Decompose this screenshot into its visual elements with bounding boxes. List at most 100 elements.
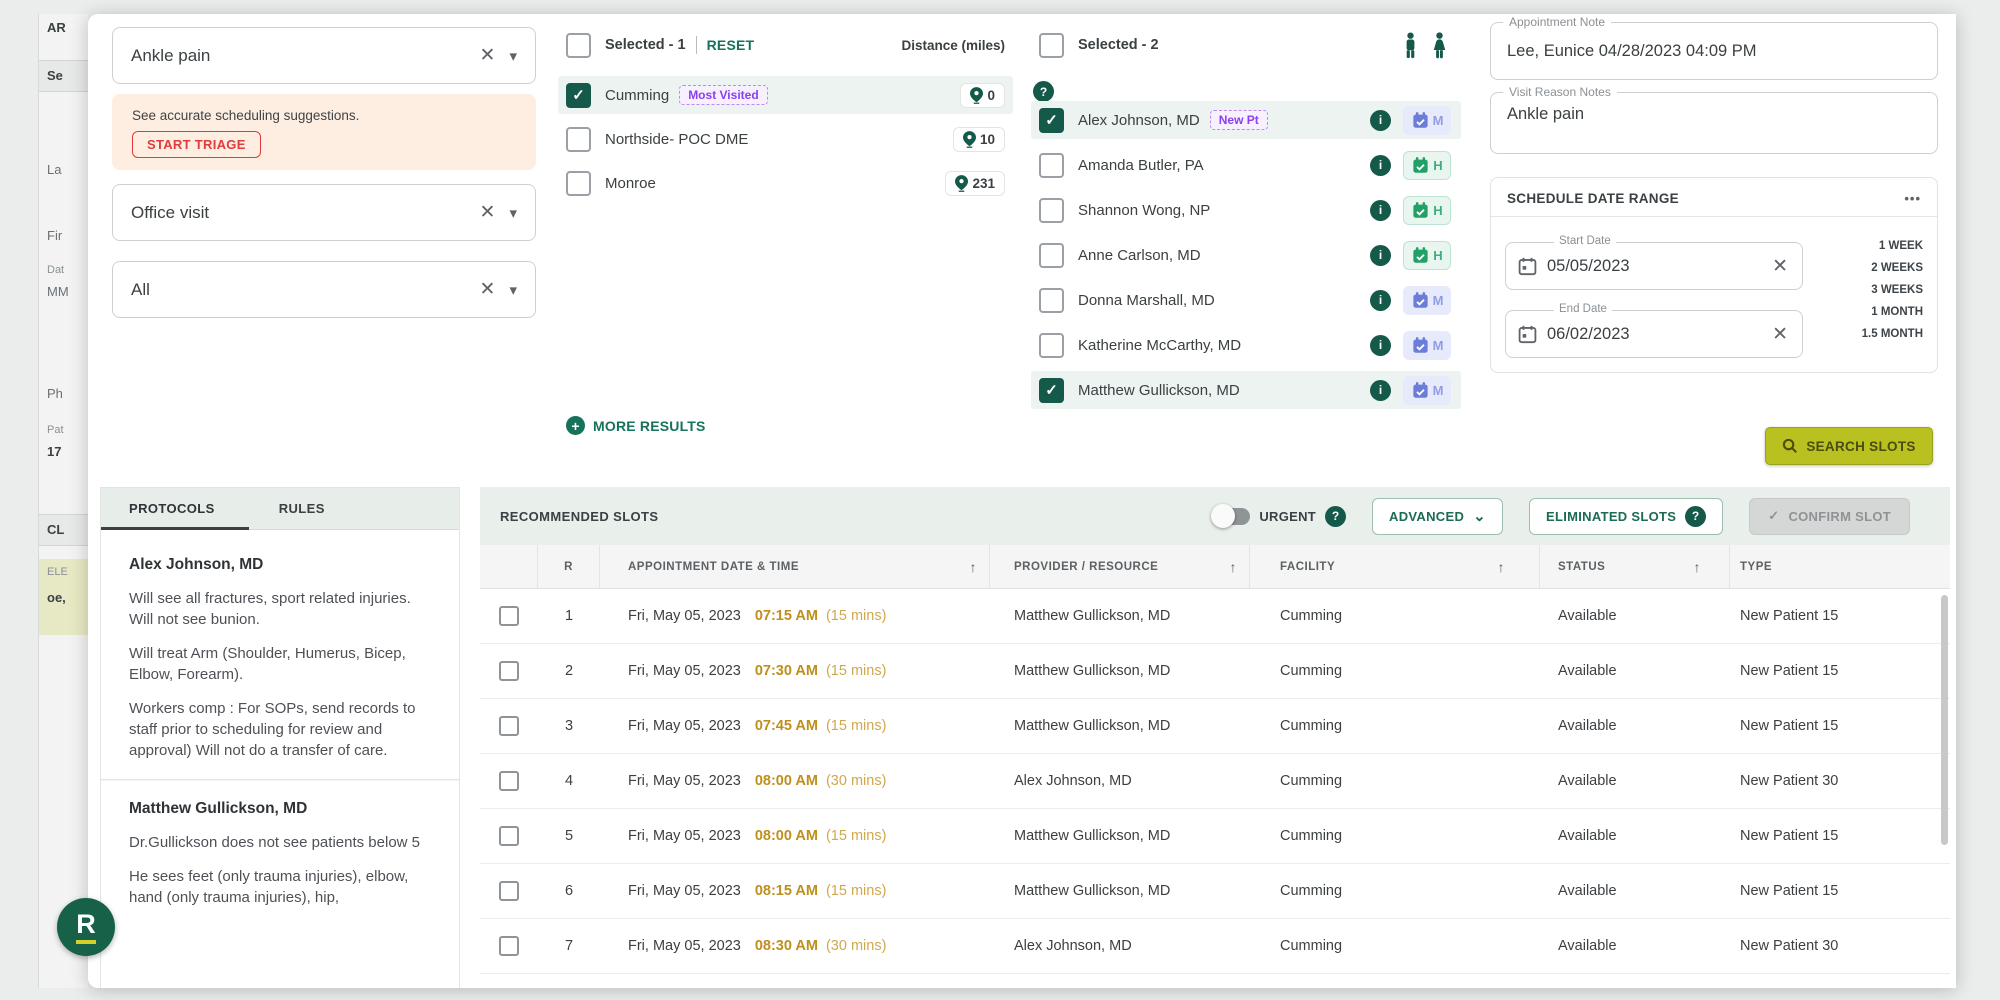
slot-row[interactable]: 5 Fri, May 05, 2023 08:00 AM (15 mins) Mat…: [480, 809, 1950, 864]
provider-checkbox[interactable]: [1039, 332, 1064, 358]
select-all-locations-checkbox[interactable]: [566, 32, 591, 58]
slot-checkbox[interactable]: [499, 881, 519, 901]
provider-calendar-chip[interactable]: M: [1403, 375, 1451, 405]
confirm-slot-button[interactable]: ✓ CONFIRM SLOT: [1749, 497, 1910, 535]
provider-row[interactable]: Katherine McCarthy, MD i M: [1031, 326, 1461, 364]
info-icon[interactable]: i: [1370, 379, 1391, 401]
slot-checkbox[interactable]: [499, 771, 519, 791]
sort-asc-icon[interactable]: ↑: [1694, 559, 1702, 575]
clear-icon[interactable]: ✕: [480, 44, 496, 67]
visit-reason-select[interactable]: Ankle pain ✕ ▾: [112, 27, 536, 84]
provider-row[interactable]: Shannon Wong, NP i H: [1031, 191, 1461, 229]
toggle-knob[interactable]: [1211, 503, 1236, 528]
slot-checkbox[interactable]: [499, 606, 519, 626]
visit-reason-notes-field[interactable]: Visit Reason Notes Ankle pain: [1490, 85, 1938, 154]
more-options-icon[interactable]: •••: [1904, 191, 1921, 206]
tab-protocols[interactable]: PROTOCOLS: [129, 501, 215, 516]
slot-checkbox[interactable]: [499, 661, 519, 681]
location-row[interactable]: Northside- POC DME 10: [558, 120, 1013, 158]
app-logo-button[interactable]: R: [57, 898, 115, 956]
sort-asc-icon[interactable]: ↑: [1230, 559, 1238, 575]
advanced-dropdown-button[interactable]: ADVANCED ⌄: [1372, 497, 1504, 535]
help-icon[interactable]: ?: [1685, 505, 1707, 527]
info-icon[interactable]: i: [1370, 199, 1391, 221]
chevron-down-icon[interactable]: ▾: [509, 204, 517, 222]
header-facility[interactable]: FACILITY ↑: [1250, 545, 1540, 588]
slot-checkbox[interactable]: [499, 826, 519, 846]
location-checkbox[interactable]: [566, 170, 591, 196]
female-person-icon[interactable]: [1432, 31, 1447, 59]
provider-calendar-chip[interactable]: M: [1403, 285, 1451, 315]
search-slots-button[interactable]: SEARCH SLOTS: [1765, 427, 1933, 465]
provider-row[interactable]: ✓ Alex Johnson, MD New Pt i M: [1031, 101, 1461, 139]
slot-row[interactable]: 2 Fri, May 05, 2023 07:30 AM (15 mins) Mat…: [480, 644, 1950, 699]
provider-calendar-chip[interactable]: H: [1403, 240, 1451, 270]
location-checkbox[interactable]: [566, 126, 591, 152]
clear-icon[interactable]: ✕: [480, 201, 496, 224]
provider-checkbox[interactable]: [1039, 287, 1064, 313]
provider-row[interactable]: ✓ Matthew Gullickson, MD i M: [1031, 371, 1461, 409]
slot-checkbox[interactable]: [499, 716, 519, 736]
info-icon[interactable]: i: [1370, 289, 1391, 311]
clear-icon[interactable]: ✕: [1772, 323, 1788, 346]
location-row[interactable]: Monroe 231: [558, 164, 1013, 202]
calendar-icon[interactable]: [1518, 325, 1537, 344]
slot-row[interactable]: 6 Fri, May 05, 2023 08:15 AM (15 mins) Mat…: [480, 864, 1950, 919]
clear-icon[interactable]: ✕: [1772, 255, 1788, 278]
start-date-value[interactable]: 05/05/2023: [1547, 257, 1762, 276]
start-date-input[interactable]: Start Date 05/05/2023 ✕: [1505, 235, 1803, 290]
end-date-input[interactable]: End Date 06/02/2023 ✕: [1505, 303, 1803, 358]
location-row[interactable]: ✓ Cumming Most Visited 0: [558, 76, 1013, 114]
select-all-providers-checkbox[interactable]: [1039, 32, 1064, 58]
slot-row[interactable]: 4 Fri, May 05, 2023 08:00 AM (30 mins) Ale…: [480, 754, 1950, 809]
provider-row[interactable]: Donna Marshall, MD i M: [1031, 281, 1461, 319]
eliminated-slots-button[interactable]: ELIMINATED SLOTS ?: [1529, 497, 1724, 535]
slot-row[interactable]: 7 Fri, May 05, 2023 08:30 AM (30 mins) Ale…: [480, 919, 1950, 974]
slot-row[interactable]: 3 Fri, May 05, 2023 07:45 AM (15 mins) Mat…: [480, 699, 1950, 754]
info-icon[interactable]: i: [1370, 244, 1391, 266]
info-icon[interactable]: i: [1370, 109, 1391, 131]
appointment-note-field[interactable]: Appointment Note Lee, Eunice 04/28/2023 …: [1490, 15, 1938, 80]
quick-link-3-weeks[interactable]: 3 WEEKS: [1871, 284, 1923, 296]
provider-calendar-chip[interactable]: M: [1403, 330, 1451, 360]
quick-link-2-weeks[interactable]: 2 WEEKS: [1871, 262, 1923, 274]
male-person-icon[interactable]: [1404, 32, 1417, 59]
quick-link-1-5-month[interactable]: 1.5 MONTH: [1862, 328, 1923, 340]
quick-link-1-week[interactable]: 1 WEEK: [1879, 240, 1923, 252]
provider-row[interactable]: Amanda Butler, PA i H: [1031, 146, 1461, 184]
header-status[interactable]: STATUS ↑: [1540, 545, 1730, 588]
slot-checkbox[interactable]: [499, 936, 519, 956]
slot-row[interactable]: 1 Fri, May 05, 2023 07:15 AM (15 mins) Mat…: [480, 589, 1950, 644]
appointment-type-select[interactable]: Office visit ✕ ▾: [112, 184, 536, 241]
header-appointment[interactable]: APPOINTMENT DATE & TIME ↑: [600, 545, 990, 588]
header-rank[interactable]: R: [538, 545, 600, 588]
table-scrollbar[interactable]: [1941, 595, 1948, 845]
provider-checkbox[interactable]: ✓: [1039, 377, 1064, 403]
clear-icon[interactable]: ✕: [480, 278, 496, 301]
provider-calendar-chip[interactable]: H: [1403, 150, 1451, 180]
urgent-toggle[interactable]: [1211, 503, 1251, 528]
provider-checkbox[interactable]: [1039, 197, 1064, 223]
provider-calendar-chip[interactable]: H: [1403, 195, 1451, 225]
provider-checkbox[interactable]: ✓: [1039, 107, 1064, 133]
sort-asc-icon[interactable]: ↑: [970, 559, 978, 575]
provider-calendar-chip[interactable]: M: [1403, 105, 1451, 135]
help-icon[interactable]: ?: [1033, 81, 1054, 102]
header-provider[interactable]: PROVIDER / RESOURCE ↑: [990, 545, 1250, 588]
more-results-link[interactable]: + MORE RESULTS: [566, 416, 706, 435]
calendar-icon[interactable]: [1518, 257, 1537, 276]
chevron-down-icon[interactable]: ▾: [509, 47, 517, 65]
start-triage-button[interactable]: START TRIAGE: [132, 131, 261, 158]
quick-link-1-month[interactable]: 1 MONTH: [1871, 306, 1923, 318]
info-icon[interactable]: i: [1370, 334, 1391, 356]
tab-rules[interactable]: RULES: [279, 501, 325, 516]
sort-asc-icon[interactable]: ↑: [1498, 559, 1506, 575]
provider-row[interactable]: Anne Carlson, MD i H: [1031, 236, 1461, 274]
info-icon[interactable]: i: [1370, 154, 1391, 176]
reset-locations-link[interactable]: RESET: [707, 37, 755, 53]
location-checkbox[interactable]: ✓: [566, 82, 591, 108]
end-date-value[interactable]: 06/02/2023: [1547, 325, 1762, 344]
provider-checkbox[interactable]: [1039, 242, 1064, 268]
chevron-down-icon[interactable]: ▾: [509, 281, 517, 299]
header-type[interactable]: TYPE: [1730, 545, 1950, 588]
